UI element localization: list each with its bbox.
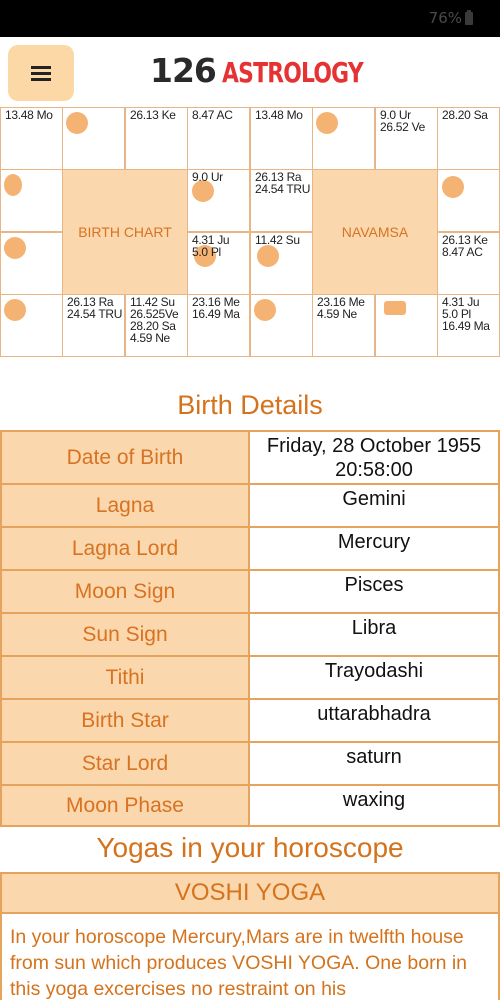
table-row: Date of Birth Friday, 28 October 1955 20… [0, 430, 500, 485]
chart-cell-text: 4.31 Ju 5.0 Pl 16.49 Ma [442, 295, 490, 333]
chart-cell [62, 107, 125, 170]
table-row: Birth Star uttarabhadra [0, 698, 500, 743]
detail-value: uttarabhadra [250, 700, 498, 741]
detail-value: Trayodashi [250, 657, 498, 698]
chart-cell: 26.13 Ke 8.47 AC [437, 232, 500, 295]
table-row: Lagna Gemini [0, 483, 500, 528]
chart-cell: 26.13 Ra 24.54 TRU [62, 294, 125, 357]
chart-cell: 13.48 Mo [250, 107, 313, 170]
table-row: Moon Phase waxing [0, 784, 500, 827]
yoga-description: In your horoscope Mercury,Mars are in tw… [0, 914, 500, 1000]
chart-cell: 23.16 Me 4.59 Ne [312, 294, 375, 357]
chart-cell-text: 26.13 Ra 24.54 TRU [67, 295, 123, 321]
detail-value: Libra [250, 614, 498, 655]
menu-button[interactable] [8, 45, 74, 101]
leo-sign-icon [257, 245, 279, 267]
battery-level: 76% [428, 9, 462, 27]
capricorn-sign-icon [4, 237, 26, 259]
chart-cell [250, 294, 313, 357]
status-bar: 76% [0, 0, 500, 37]
chart-cell-text: 28.20 Sa [442, 108, 488, 122]
chart-cell [0, 232, 63, 295]
yogas-title: Yogas in your horoscope [96, 832, 404, 863]
chart-cell-text: 8.47 AC [192, 108, 233, 122]
detail-label: Birth Star [2, 700, 251, 741]
chart-cell: 26.13 Ke [125, 107, 188, 170]
detail-label: Moon Phase [2, 786, 251, 825]
chart-cell: 13.48 Mo [0, 107, 63, 170]
table-row: Lagna Lord Mercury [0, 526, 500, 571]
hamburger-icon [31, 66, 51, 81]
detail-value: waxing [250, 786, 498, 825]
table-row: Tithi Trayodashi [0, 655, 500, 700]
navamsa-chart: 13.48 Mo 9.0 Ur 26.52 Ve 28.20 Sa 26.13 … [250, 107, 500, 357]
chart-cell-text: 4.31 Ju 5.0 Pl [192, 233, 230, 259]
detail-label: Lagna [2, 485, 251, 526]
birth-chart-center: BIRTH CHART [62, 169, 188, 295]
detail-label: Lagna Lord [2, 528, 251, 569]
birth-chart-label: BIRTH CHART [78, 224, 172, 240]
yoga-name: VOSHI YOGA [0, 872, 500, 914]
table-row: Moon Sign Pisces [0, 569, 500, 614]
detail-label: Date of Birth [2, 432, 251, 483]
battery-icon [465, 10, 473, 25]
detail-label: Tithi [2, 657, 251, 698]
navamsa-chart-center: NAVAMSA [312, 169, 438, 295]
sagittarius-sign-icon [254, 299, 276, 321]
cancer-sign-icon [442, 176, 464, 198]
chart-cell: 4.31 Ju 5.0 Pl [187, 232, 250, 295]
detail-value: Mercury [250, 528, 498, 569]
app-header: 126 ASTROLOGY [0, 37, 500, 105]
chart-cell: 9.0 Ur 26.52 Ve [375, 107, 438, 170]
navamsa-chart-label: NAVAMSA [341, 224, 409, 240]
chart-cell [437, 169, 500, 232]
chart-cell-text: 23.16 Me 4.59 Ne [317, 295, 365, 321]
chart-cell: 8.47 AC [187, 107, 250, 170]
sagittarius-sign-icon [4, 299, 26, 321]
chart-cell-text: 11.42 Su [255, 233, 300, 247]
detail-value: Friday, 28 October 1955 20:58:00 [250, 432, 498, 483]
chart-cell: 26.13 Ra 24.54 TRU [250, 169, 313, 232]
detail-value: Pisces [250, 571, 498, 612]
libra-sign-icon [384, 301, 406, 315]
chart-cell [0, 294, 63, 357]
chart-cell-text: 26.13 Ke 8.47 AC [442, 233, 488, 259]
chart-cell-text: 26.13 Ra 24.54 TRU [255, 170, 311, 196]
logo-number: 126 [150, 51, 217, 90]
aquarius-sign-icon [4, 174, 22, 196]
chart-cell: 23.16 Me 16.49 Ma [187, 294, 250, 357]
detail-label: Moon Sign [2, 571, 251, 612]
aries-sign-icon [316, 112, 338, 134]
logo-word: ASTROLOGY [221, 56, 364, 89]
chart-cell-text: 13.48 Mo [5, 108, 53, 122]
chart-cell-text: 11.42 Su 26.525Ve 28.20 Sa 4.59 Ne [130, 295, 179, 345]
chart-cell-text: 13.48 Mo [255, 108, 303, 122]
chart-cell-text: 23.16 Me 16.49 Ma [192, 295, 240, 321]
birth-details-title: Birth Details [177, 390, 323, 420]
detail-value: Gemini [250, 485, 498, 526]
chart-cell-text: 9.0 Ur 26.52 Ve [380, 108, 425, 134]
chart-cell [375, 294, 438, 357]
table-row: Sun Sign Libra [0, 612, 500, 657]
detail-label: Star Lord [2, 743, 251, 784]
detail-label: Sun Sign [2, 614, 251, 655]
chart-cell: 11.42 Su [250, 232, 313, 295]
chart-cell-text: 26.13 Ke [130, 108, 176, 122]
chart-cell: 4.31 Ju 5.0 Pl 16.49 Ma [437, 294, 500, 357]
chart-cell: 11.42 Su 26.525Ve 28.20 Sa 4.59 Ne [125, 294, 188, 357]
table-row: Star Lord saturn [0, 741, 500, 786]
chart-cell: 28.20 Sa [437, 107, 500, 170]
chart-cell: 9.0 Ur [187, 169, 250, 232]
chart-cell [312, 107, 375, 170]
chart-cell-text: 9.0 Ur [192, 170, 223, 184]
birth-chart: 13.48 Mo 26.13 Ke 8.47 AC BIRTH CHART 9.… [0, 107, 250, 357]
chart-cell [0, 169, 63, 232]
detail-value: saturn [250, 743, 498, 784]
aries-sign-icon [66, 112, 88, 134]
app-logo[interactable]: 126 ASTROLOGY [150, 51, 402, 91]
